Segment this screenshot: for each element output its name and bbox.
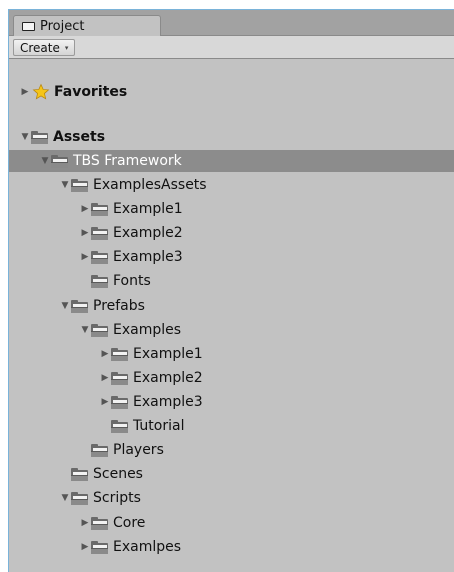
tree-item-label: Tutorial xyxy=(133,418,185,434)
expand-arrow-right-icon[interactable]: ▶ xyxy=(80,204,90,215)
folder-icon xyxy=(91,516,109,530)
expand-arrow-down-icon[interactable]: ▼ xyxy=(60,301,70,312)
tree-item-scripts[interactable]: ▼ Scripts xyxy=(9,487,454,509)
expand-arrow-down-icon[interactable]: ▼ xyxy=(60,180,70,191)
create-button-label: Create xyxy=(20,40,60,55)
tree-item-label: Fonts xyxy=(113,273,151,289)
project-tree: ▶ Favorites ▼ Assets ▼ TBS Framework ▼ Examples… xyxy=(9,59,454,572)
tree-item-label: Assets xyxy=(53,129,106,145)
tree-item-label: TBS Framework xyxy=(73,153,182,169)
tree-item-label: Examlpes xyxy=(113,539,182,555)
tree-item-label: Players xyxy=(113,442,164,458)
tree-item-examples[interactable]: ▼ Examples xyxy=(9,319,454,341)
expand-arrow-down-icon[interactable]: ▼ xyxy=(40,156,50,167)
folder-icon xyxy=(91,540,109,554)
expand-arrow-right-icon[interactable]: ▶ xyxy=(100,349,110,360)
tree-item-label: Prefabs xyxy=(93,298,145,314)
expand-arrow-right-icon[interactable]: ▶ xyxy=(20,87,30,98)
project-window: Project Create ▾ ▶ Favorites ▼ Assets ▼ TBS F… xyxy=(8,9,454,572)
tree-item-examplesassets[interactable]: ▼ ExamplesAssets xyxy=(9,174,454,196)
folder-icon xyxy=(71,299,89,313)
folder-icon xyxy=(91,443,109,457)
dropdown-caret-icon: ▾ xyxy=(64,43,69,52)
tree-item-example1[interactable]: ▶ Example1 xyxy=(9,343,454,365)
tree-item-label: Scenes xyxy=(93,466,143,482)
folder-icon xyxy=(91,250,109,264)
folder-icon xyxy=(111,395,129,409)
tree-item-label: Example1 xyxy=(113,201,183,217)
folder-icon xyxy=(91,323,109,337)
project-folder-icon xyxy=(22,21,35,31)
expand-arrow-right-icon[interactable]: ▶ xyxy=(80,542,90,553)
expand-arrow-down-icon[interactable]: ▼ xyxy=(60,493,70,504)
tab-bar: Project xyxy=(9,10,454,36)
folder-icon xyxy=(71,491,89,505)
folder-icon xyxy=(91,226,109,240)
tree-item-example2[interactable]: ▶ Example2 xyxy=(9,367,454,389)
tree-item-tutorial[interactable]: ▶Tutorial xyxy=(9,415,454,437)
tree-item-fonts[interactable]: ▶Fonts xyxy=(9,270,454,292)
tree-item-example3[interactable]: ▶ Example3 xyxy=(9,391,454,413)
expand-arrow-down-icon[interactable]: ▼ xyxy=(80,325,90,336)
star-icon xyxy=(32,83,50,100)
expand-arrow-right-icon[interactable]: ▶ xyxy=(80,252,90,263)
tree-item-core[interactable]: ▶ Core xyxy=(9,512,454,534)
tree-item-scenes[interactable]: ▶Scenes xyxy=(9,463,454,485)
project-toolbar: Create ▾ xyxy=(9,36,454,59)
tree-item-prefabs[interactable]: ▼ Prefabs xyxy=(9,295,454,317)
tree-item-example1[interactable]: ▶ Example1 xyxy=(9,198,454,220)
tab-label: Project xyxy=(40,18,85,34)
tree-item-label: Example3 xyxy=(113,249,183,265)
tree-item-assets[interactable]: ▼ Assets xyxy=(9,126,454,148)
folder-icon xyxy=(51,154,69,168)
tree-item-label: Examples xyxy=(113,322,182,338)
expand-arrow-down-icon[interactable]: ▼ xyxy=(20,132,30,143)
folder-icon xyxy=(111,419,129,433)
folder-icon xyxy=(91,202,109,216)
tree-item-label: Example2 xyxy=(133,370,203,386)
tree-item-label: Scripts xyxy=(93,490,141,506)
tree-item-examlpes[interactable]: ▶ Examlpes xyxy=(9,536,454,558)
expand-arrow-right-icon[interactable]: ▶ xyxy=(100,397,110,408)
folder-icon xyxy=(111,371,129,385)
tree-item-label: Core xyxy=(113,515,146,531)
tree-item-favorites[interactable]: ▶ Favorites xyxy=(9,81,454,103)
tree-item-tbs-framework[interactable]: ▼ TBS Framework xyxy=(9,150,454,172)
folder-icon xyxy=(71,178,89,192)
folder-icon xyxy=(31,130,49,144)
folder-icon xyxy=(71,467,89,481)
tree-item-example2[interactable]: ▶ Example2 xyxy=(9,222,454,244)
tree-item-label: Example2 xyxy=(113,225,183,241)
create-button[interactable]: Create ▾ xyxy=(13,39,76,56)
expand-arrow-right-icon[interactable]: ▶ xyxy=(80,518,90,529)
expand-arrow-right-icon[interactable]: ▶ xyxy=(100,373,110,384)
tree-item-label: Favorites xyxy=(54,84,128,100)
tab-project[interactable]: Project xyxy=(13,15,161,36)
tree-item-label: ExamplesAssets xyxy=(93,177,207,193)
folder-icon xyxy=(111,347,129,361)
tree-item-players[interactable]: ▶Players xyxy=(9,439,454,461)
tree-item-example3[interactable]: ▶ Example3 xyxy=(9,246,454,268)
tree-item-label: Example1 xyxy=(133,346,203,362)
tree-item-label: Example3 xyxy=(133,394,203,410)
folder-icon xyxy=(91,274,109,288)
expand-arrow-right-icon[interactable]: ▶ xyxy=(80,228,90,239)
